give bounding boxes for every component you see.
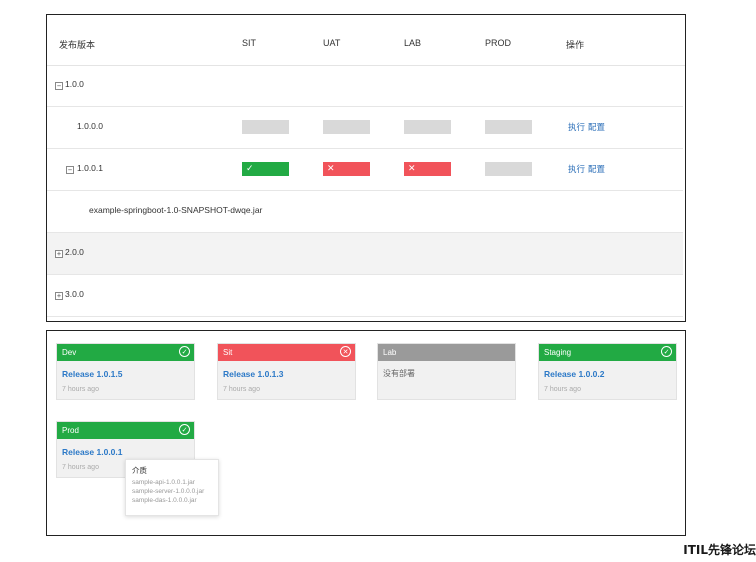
table-row: 1.0.0.0 执行 配置 (47, 107, 683, 149)
lab-status-empty (404, 120, 451, 134)
header-prod: PROD (485, 38, 512, 48)
header-uat: UAT (323, 38, 341, 48)
config-link[interactable]: 配置 (588, 163, 605, 175)
check-circle-icon: ✓ (179, 346, 190, 357)
execute-link[interactable]: 执行 (568, 121, 585, 133)
env-name: Prod (62, 426, 79, 435)
popover-title: 介质 (132, 466, 147, 475)
check-circle-icon: ✓ (661, 346, 672, 357)
env-card-dev[interactable]: Dev ✓ Release 1.0.1.5 7 hours ago (56, 343, 195, 400)
env-name: Staging (544, 348, 572, 357)
release-link[interactable]: Release 1.0.0.1 (62, 447, 123, 457)
close-icon: ✕ (327, 164, 335, 174)
version-label: 1.0.0.0 (77, 121, 103, 131)
release-table-panel: 发布版本 SIT UAT LAB PROD 操作 − 1.0.0 1.0.0.0… (46, 14, 686, 322)
version-label: 2.0.0 (65, 247, 84, 257)
execute-link[interactable]: 执行 (568, 163, 585, 175)
expand-toggle-icon[interactable]: + (55, 250, 63, 258)
env-name: Sit (223, 348, 233, 357)
lab-status-failed[interactable]: ✕ (404, 162, 451, 176)
artifact-item[interactable]: sample-server-1.0.0.0.jar (132, 488, 204, 495)
env-name: Dev (62, 348, 77, 357)
release-link[interactable]: Release 1.0.1.5 (62, 369, 123, 379)
env-card-staging[interactable]: Staging ✓ Release 1.0.0.2 7 hours ago (538, 343, 677, 400)
env-card-sit[interactable]: Sit ✕ Release 1.0.1.3 7 hours ago (217, 343, 356, 400)
artifact-name: example-springboot-1.0-SNAPSHOT-dwqe.jar (89, 205, 263, 215)
env-card-header: Dev ✓ (57, 344, 194, 361)
version-label: 1.0.0 (65, 79, 84, 89)
env-card-header: Sit ✕ (218, 344, 355, 361)
deploy-time: 7 hours ago (62, 386, 99, 393)
env-name: Lab (383, 348, 397, 357)
sit-status-success[interactable]: ✓ (242, 162, 289, 176)
close-circle-icon: ✕ (340, 346, 351, 357)
collapse-toggle-icon[interactable]: − (55, 82, 63, 90)
uat-status-failed[interactable]: ✕ (323, 162, 370, 176)
artifact-item[interactable]: sample-api-1.0.0.1.jar (132, 479, 195, 486)
check-circle-icon: ✓ (179, 424, 190, 435)
deploy-time: 7 hours ago (544, 386, 581, 393)
sit-status-empty (242, 120, 289, 134)
check-icon: ✓ (246, 164, 254, 174)
table-row[interactable]: + 2.0.0 (47, 233, 683, 275)
env-card-lab[interactable]: Lab 没有部署 (377, 343, 516, 400)
header-operations: 操作 (566, 40, 585, 50)
watermark-logo: ITIL先锋论坛 (683, 543, 756, 557)
table-header: 发布版本 SIT UAT LAB PROD 操作 (47, 15, 685, 66)
header-lab: LAB (404, 38, 422, 48)
collapse-toggle-icon[interactable]: − (66, 166, 74, 174)
prod-status-empty (485, 120, 532, 134)
uat-status-empty (323, 120, 370, 134)
artifact-item[interactable]: sample-das-1.0.0.0.jar (132, 497, 197, 504)
env-card-header: Lab (378, 344, 515, 361)
config-link[interactable]: 配置 (588, 121, 605, 133)
table-row: − 1.0.0.1 ✓ ✕ ✕ 执行 配置 (47, 149, 683, 191)
prod-status-empty (485, 162, 532, 176)
version-label: 3.0.0 (65, 289, 84, 299)
table-row: + 3.0.0 (47, 275, 683, 317)
close-icon: ✕ (408, 164, 416, 174)
table-row: − 1.0.0 (47, 65, 683, 107)
expand-toggle-icon[interactable]: + (55, 292, 63, 300)
deploy-time: 7 hours ago (223, 386, 260, 393)
deploy-time: 7 hours ago (62, 464, 99, 471)
table-row: example-springboot-1.0-SNAPSHOT-dwqe.jar (47, 191, 683, 233)
env-card-header: Prod ✓ (57, 422, 194, 439)
env-card-header: Staging ✓ (539, 344, 676, 361)
version-label: 1.0.0.1 (77, 163, 103, 173)
artifact-popover: 介质 sample-api-1.0.0.1.jar sample-server-… (125, 459, 219, 516)
release-link[interactable]: Release 1.0.0.2 (544, 369, 605, 379)
release-link[interactable]: Release 1.0.1.3 (223, 369, 284, 379)
header-version: 发布版本 (59, 40, 96, 50)
not-deployed-text: 没有部署 (383, 369, 415, 378)
header-sit: SIT (242, 38, 257, 48)
